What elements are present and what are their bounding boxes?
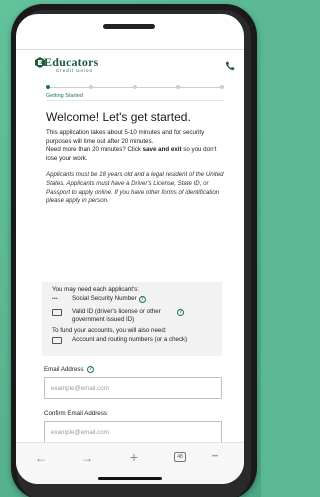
email-label: Email Address ?: [44, 366, 95, 374]
check-icon: [52, 337, 62, 344]
bank-label: Account and routing numbers (or a check): [72, 336, 188, 343]
ssn-help-icon[interactable]: ?: [138, 295, 146, 303]
step-divider: [46, 100, 224, 101]
email-input[interactable]: [44, 377, 222, 399]
main-content: Welcome! Let's get started. This applica…: [46, 110, 226, 206]
new-tab-plus-icon[interactable]: +: [127, 449, 141, 465]
funding-title: To fund your accounts, you will also nee…: [52, 327, 167, 334]
progress-step-3: [133, 85, 137, 89]
home-indicator[interactable]: [98, 477, 162, 480]
logo-subname: Credit Union: [56, 68, 94, 73]
requirements-title: You may need each applicant's:: [52, 286, 139, 293]
site-header: Educators Credit Union: [16, 50, 244, 82]
id-label: Valid ID (driver's license or other gove…: [72, 308, 161, 324]
intro-text: This application takes about 5-10 minute…: [46, 129, 226, 163]
forward-arrow-icon[interactable]: →: [80, 451, 94, 465]
progress-step-5: [220, 85, 224, 89]
progress-step-1: [46, 85, 50, 89]
email-help-icon[interactable]: ?: [87, 366, 95, 373]
requirements-box: You may need each applicant's: •••- Soci…: [42, 282, 222, 356]
more-menu-icon[interactable]: •••: [206, 454, 224, 460]
requirement-ssn: •••- Social Security Number ?: [52, 295, 146, 303]
phone-icon[interactable]: [225, 61, 235, 71]
speaker-notch: [103, 24, 155, 29]
email-label-text: Email Address: [44, 366, 84, 374]
id-help-icon[interactable]: ?: [177, 308, 184, 316]
requirement-bank: Account and routing numbers (or a check): [52, 336, 187, 344]
application-progress: [46, 85, 224, 89]
progress-step-2: [89, 85, 93, 89]
current-step-label: Getting Started: [46, 93, 83, 99]
ssn-icon: •••-: [52, 296, 59, 302]
phone-screen: Educators Credit Union Getting Started W…: [16, 14, 244, 484]
id-card-icon: [52, 309, 62, 316]
logo-name: Educators: [44, 55, 99, 69]
progress-step-4: [176, 85, 180, 89]
confirm-email-input[interactable]: [44, 421, 222, 443]
ssn-label: Social Security Number: [72, 295, 137, 302]
page-title: Welcome! Let's get started.: [46, 110, 191, 124]
educators-logo[interactable]: Educators Credit Union: [44, 56, 98, 78]
save-and-exit-text: save and exit: [142, 146, 182, 154]
tab-switcher-button[interactable]: 48: [174, 452, 186, 462]
browser-toolbar: ← → + 48 •••: [16, 442, 244, 484]
timeout-notice: This application takes about 5-10 minute…: [46, 129, 205, 145]
save-hint-pre: Need more than 20 minutes? Click: [46, 146, 143, 154]
confirm-email-label: Confirm Email Address: [44, 410, 107, 417]
back-arrow-icon[interactable]: ←: [34, 451, 48, 465]
requirement-id: Valid ID (driver's license or other gove…: [52, 308, 202, 324]
eligibility-notice: Applicants must be 18 years old and a le…: [46, 171, 224, 205]
